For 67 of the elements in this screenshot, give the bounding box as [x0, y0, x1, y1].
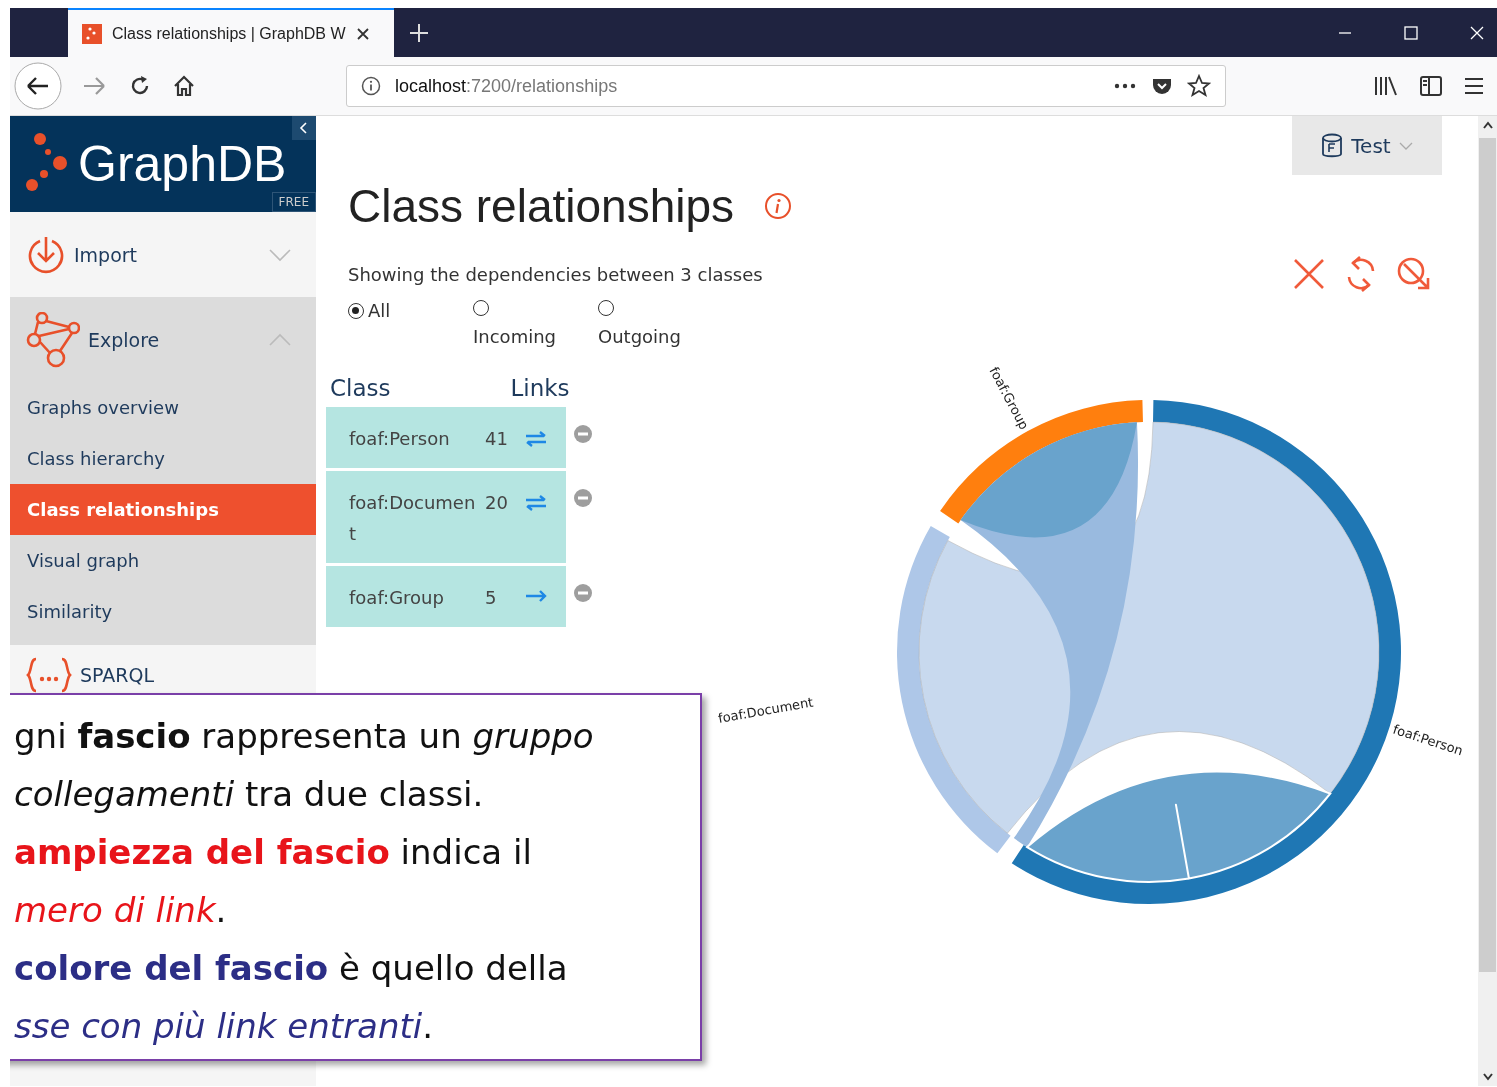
- menu-section[interactable]: Import: [10, 212, 316, 297]
- info-icon[interactable]: [764, 192, 793, 220]
- callout-text: colore del fascio è quello della: [14, 947, 568, 990]
- remove-icon[interactable]: [574, 489, 592, 507]
- menu-item[interactable]: Similarity: [10, 586, 316, 637]
- remove-icon[interactable]: [574, 425, 592, 443]
- chevron-up-icon: [268, 332, 292, 347]
- callout-text: gni fascio rappresenta un gruppo: [14, 715, 594, 758]
- swap-arrows-icon: [525, 431, 547, 447]
- maximize-icon[interactable]: [1403, 24, 1419, 41]
- network-icon: [26, 311, 80, 368]
- back-icon[interactable]: [14, 62, 62, 110]
- callout-text: mero di link.: [14, 889, 227, 932]
- callout-text: sse con più link entranti.: [14, 1005, 434, 1048]
- menu-item[interactable]: Class relationships: [10, 484, 316, 535]
- menu-section[interactable]: Explore: [10, 297, 316, 382]
- class-name: foaf:Person: [349, 427, 451, 451]
- class-row[interactable]: foaf:Person 41: [326, 407, 566, 468]
- home-icon[interactable]: [172, 74, 196, 98]
- radio-option[interactable]: Incoming: [473, 300, 598, 347]
- repository-selector[interactable]: Test: [1292, 116, 1442, 175]
- url-text: localhost:7200/relationships: [395, 75, 618, 97]
- forward-icon[interactable]: [82, 75, 108, 97]
- link-count: 41: [485, 427, 509, 451]
- menu-section[interactable]: SPARQL: [10, 653, 316, 697]
- page-title: Class relationships: [348, 179, 735, 233]
- chevron-up-icon[interactable]: [1481, 120, 1494, 130]
- close-icon[interactable]: [355, 26, 370, 41]
- browser-tab[interactable]: Class relationships | GraphDB W: [68, 8, 394, 57]
- chevron-down-icon: [1398, 141, 1413, 150]
- swap-arrows-icon: [525, 495, 547, 511]
- chevron-left-icon[interactable]: [292, 116, 316, 140]
- remove-icon[interactable]: [574, 584, 592, 602]
- class-name: foaf:Group: [349, 586, 445, 610]
- callout-text: collegamenti tra due classi.: [14, 773, 484, 816]
- graph-logo-icon: [82, 23, 102, 44]
- callout-text: ampiezza del fascio indica il: [14, 831, 532, 874]
- class-name: foaf:Document: [349, 491, 477, 546]
- class-row[interactable]: foaf:Document 20: [326, 471, 566, 563]
- address-bar[interactable]: localhost:7200/relationships: [346, 65, 1226, 107]
- menu-item[interactable]: Class hierarchy: [10, 433, 316, 484]
- edition-badge: FREE: [271, 192, 316, 212]
- column-header: Class: [330, 375, 391, 401]
- sidebar-icon[interactable]: [1419, 75, 1443, 97]
- menu-icon[interactable]: [1463, 76, 1485, 96]
- class-row[interactable]: foaf:Group 5: [326, 566, 566, 627]
- database-icon: [1321, 132, 1344, 159]
- library-icon[interactable]: [1373, 75, 1399, 97]
- scrollbar[interactable]: [1478, 116, 1497, 1086]
- more-icon[interactable]: [1113, 82, 1137, 90]
- chevron-down-icon: [268, 247, 292, 262]
- tab-title: Class relationships | GraphDB W: [112, 24, 346, 43]
- radio-option[interactable]: Outgoing: [598, 300, 723, 347]
- braces-icon: [26, 657, 72, 693]
- plus-icon[interactable]: [408, 21, 430, 44]
- star-icon[interactable]: [1187, 74, 1211, 98]
- chevron-down-icon[interactable]: [1481, 1072, 1494, 1082]
- logo-text: GraphDB: [78, 135, 287, 193]
- radio-option[interactable]: All: [348, 300, 473, 321]
- description-text: Showing the dependencies between 3 classes: [348, 263, 764, 285]
- menu-item[interactable]: Visual graph: [10, 535, 316, 586]
- menu-item[interactable]: Graphs overview: [10, 382, 316, 433]
- link-count: 5: [485, 586, 498, 610]
- arrow-right-icon: [525, 590, 547, 602]
- info-icon: [361, 76, 381, 96]
- link-count: 20: [485, 491, 509, 515]
- column-header: Links: [510, 375, 570, 401]
